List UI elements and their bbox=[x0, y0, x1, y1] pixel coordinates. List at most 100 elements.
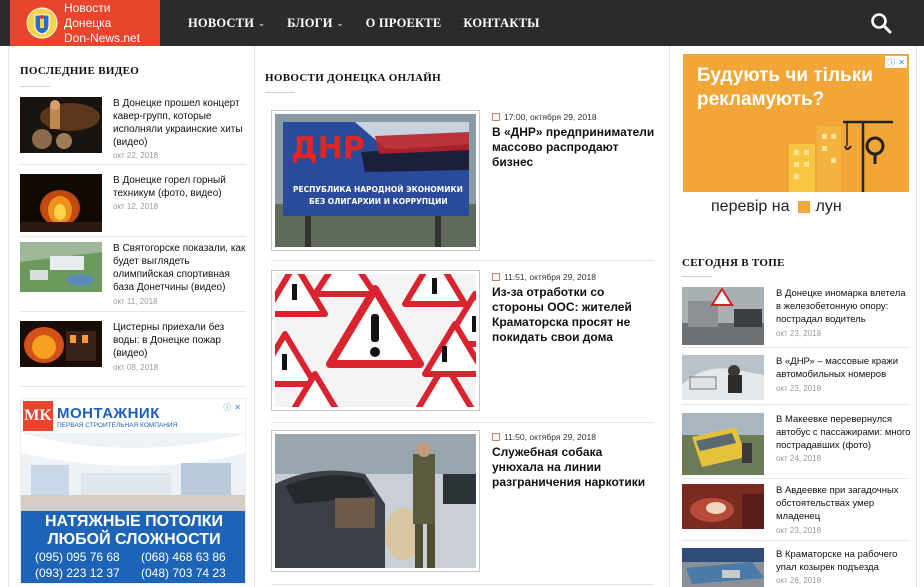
divider bbox=[682, 347, 908, 348]
video-thumbnail[interactable] bbox=[20, 242, 102, 292]
ad-phone: (068) 468 63 86 bbox=[141, 550, 226, 564]
divider bbox=[682, 540, 908, 541]
ad-cta-brand: лун bbox=[815, 198, 842, 215]
ad-headline: Будують чи тільки рекламують? bbox=[697, 65, 873, 110]
divider bbox=[682, 478, 908, 479]
calendar-icon bbox=[492, 273, 500, 281]
news-image[interactable] bbox=[271, 270, 480, 411]
top-date: окт 23, 2018 bbox=[776, 329, 822, 338]
divider bbox=[20, 236, 246, 237]
top-title[interactable]: В Макеевке перевернулся автобус с пассаж… bbox=[776, 413, 912, 452]
nav-about[interactable]: О ПРОЕКТЕ bbox=[366, 16, 442, 31]
site-logo[interactable]: Новости Донецка Don-News.net bbox=[10, 0, 160, 46]
top-date: окт 23, 2018 bbox=[776, 384, 822, 393]
lun-logo-icon bbox=[797, 201, 810, 213]
column-divider bbox=[8, 46, 9, 587]
top-navigation-bar: Новости Донецка Don-News.net НОВОСТИ ⌄ БЛ… bbox=[0, 0, 924, 46]
adchoices-icon[interactable]: ⓘ ✕ bbox=[221, 401, 243, 413]
video-thumbnail[interactable] bbox=[20, 174, 102, 232]
montazhnik-logo-icon: MK bbox=[23, 401, 53, 431]
top-thumbnail[interactable] bbox=[682, 355, 764, 400]
logo-domain: Don-News.net bbox=[64, 30, 141, 45]
calendar-icon bbox=[492, 113, 500, 121]
chevron-down-icon: ⌄ bbox=[336, 18, 344, 28]
search-icon[interactable] bbox=[870, 12, 892, 34]
column-divider bbox=[916, 46, 917, 587]
nav-blogs[interactable]: БЛОГИ ⌄ bbox=[287, 16, 344, 31]
ad-headline-line1: НАТЯЖНЫЕ ПОТОЛКИ bbox=[44, 513, 224, 530]
top-today-heading: СЕГОДНЯ В ТОПЕ bbox=[682, 257, 785, 269]
top-thumbnail[interactable] bbox=[682, 413, 764, 475]
logo-title: Новости Донецка bbox=[64, 0, 112, 30]
nav-blogs-label: БЛОГИ bbox=[287, 15, 333, 30]
news-title[interactable]: Из-за отработки со стороны ООС: жителей … bbox=[492, 285, 657, 345]
heading-underline bbox=[265, 92, 295, 93]
divider bbox=[20, 386, 246, 387]
ad-building-illustration bbox=[789, 120, 893, 196]
advertisement-banner[interactable]: ⓘ ✕ Будують чи тільки рекламують? перевір… bbox=[683, 54, 909, 242]
top-date: окт 26, 2018 bbox=[776, 576, 822, 585]
video-item[interactable]: В Святогорске показали, как будет выгляд… bbox=[20, 242, 246, 312]
coat-of-arms-icon bbox=[26, 6, 58, 40]
top-title[interactable]: В Авдеевке при загадочных обстоятельства… bbox=[776, 484, 912, 523]
nav-about-label: О ПРОЕКТЕ bbox=[365, 15, 442, 30]
news-title[interactable]: Служебная собака унюхала на линии разгра… bbox=[492, 445, 657, 490]
video-date: окт 08, 2018 bbox=[113, 363, 159, 372]
divider bbox=[20, 311, 246, 312]
video-date: окт 12, 2018 bbox=[113, 202, 159, 211]
advertisement-banner[interactable]: ⓘ ✕ MK МОНТАЖНИК ПЕРВАЯ СТРОИТЕЛЬНАЯ КОМП… bbox=[20, 398, 246, 584]
ad-cta-text: перевір на bbox=[711, 198, 790, 215]
calendar-icon bbox=[492, 433, 500, 441]
latest-videos-heading: ПОСЛЕДНИЕ ВИДЕО bbox=[20, 65, 140, 77]
news-meta: 11:51, октября 29, 2018 bbox=[492, 272, 596, 282]
news-image-caption: РЕСПУБЛИКА НАРОДНОЙ ЭКОНОМИКИ bbox=[293, 185, 463, 194]
main-menu: НОВОСТИ ⌄ БЛОГИ ⌄ О ПРОЕКТЕ КОНТАКТЫ bbox=[188, 0, 562, 46]
news-datetime: 11:50, октября 29, 2018 bbox=[504, 432, 596, 442]
news-image[interactable] bbox=[271, 430, 480, 572]
news-datetime: 17:00, октября 29, 2018 bbox=[504, 112, 597, 122]
news-image-caption: БЕЗ ОЛИГАРХИИ И КОРРУПЦИИ bbox=[309, 197, 448, 206]
video-thumbnail[interactable] bbox=[20, 97, 102, 153]
ad-phones: (095) 095 76 68 (068) 468 63 86 (093) 22… bbox=[35, 549, 245, 581]
divider bbox=[271, 260, 654, 261]
video-item[interactable]: В Донецке горел горный техникум (фото, в… bbox=[20, 174, 246, 244]
divider bbox=[20, 164, 246, 165]
video-title[interactable]: В Донецке прошел концерт кавер-групп, ко… bbox=[113, 97, 246, 149]
top-thumbnail[interactable] bbox=[682, 548, 764, 587]
top-date: окт 23, 2018 bbox=[776, 526, 822, 535]
news-image-title: ДНР bbox=[291, 131, 365, 166]
ad-brand: МОНТАЖНИК bbox=[57, 405, 160, 422]
video-item[interactable]: Цистерны приехали без воды: в Донецке по… bbox=[20, 321, 246, 391]
video-title[interactable]: В Святогорске показали, как будет выгляд… bbox=[113, 242, 246, 294]
chevron-down-icon: ⌄ bbox=[258, 18, 266, 28]
column-divider bbox=[669, 46, 670, 587]
news-image[interactable]: ДНР РЕСПУБЛИКА НАРОДНОЙ ЭКОНОМИКИ БЕЗ ОЛ… bbox=[271, 110, 480, 251]
ad-cta[interactable]: перевір на лун bbox=[711, 198, 842, 216]
ad-tagline: ПЕРВАЯ СТРОИТЕЛЬНАЯ КОМПАНИЯ bbox=[57, 422, 178, 429]
video-title[interactable]: В Донецке горел горный техникум (фото, в… bbox=[113, 174, 246, 200]
ad-phone: (095) 095 76 68 bbox=[35, 550, 120, 564]
news-title[interactable]: В «ДНР» предприниматели массово распрода… bbox=[492, 125, 657, 170]
news-datetime: 11:51, октября 29, 2018 bbox=[504, 272, 596, 282]
ad-phone: (093) 223 12 37 bbox=[35, 566, 120, 580]
nav-news[interactable]: НОВОСТИ ⌄ bbox=[188, 16, 265, 31]
news-heading: НОВОСТИ ДОНЕЦКА ОНЛАЙН bbox=[265, 72, 441, 84]
divider bbox=[271, 422, 654, 423]
ad-headline: НАТЯЖНЫЕ ПОТОЛКИ ЛЮБОЙ СЛОЖНОСТИ bbox=[21, 513, 245, 549]
nav-news-label: НОВОСТИ bbox=[188, 15, 255, 30]
video-thumbnail[interactable] bbox=[20, 321, 102, 367]
nav-contacts[interactable]: КОНТАКТЫ bbox=[463, 16, 539, 31]
top-thumbnail[interactable] bbox=[682, 484, 764, 529]
column-divider bbox=[254, 46, 255, 587]
top-thumbnail[interactable] bbox=[682, 287, 764, 345]
nav-contacts-label: КОНТАКТЫ bbox=[463, 15, 540, 30]
ad-interior-image bbox=[21, 433, 245, 511]
top-title[interactable]: В Донецке иномарка влетела в железобетон… bbox=[776, 287, 912, 326]
top-title[interactable]: В Краматорске на рабочего упал козырек п… bbox=[776, 548, 912, 574]
video-date: окт 11, 2018 bbox=[113, 297, 158, 306]
heading-underline bbox=[20, 86, 50, 87]
divider bbox=[682, 404, 908, 405]
video-title[interactable]: Цистерны приехали без воды: в Донецке по… bbox=[113, 321, 246, 360]
top-title[interactable]: В «ДНР» – массовые кражи автомобильных н… bbox=[776, 355, 912, 381]
video-item[interactable]: В Донецке прошел концерт кавер-групп, ко… bbox=[20, 97, 246, 167]
